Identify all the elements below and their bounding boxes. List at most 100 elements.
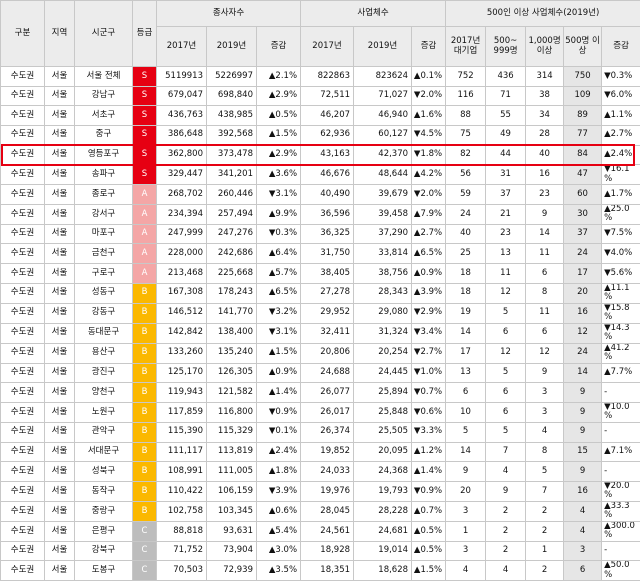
cell-biz-2017: 18,928 [300, 540, 355, 562]
cell-emp-2019: 260,446 [206, 184, 257, 205]
cell-emp-2017: 71,752 [156, 540, 207, 562]
cell-district: 구로구 [74, 263, 133, 284]
cell-biz-2017: 20,806 [300, 342, 355, 364]
cell-emp-2017: 133,260 [156, 342, 207, 364]
cell-large-2017: 24 [445, 203, 487, 225]
cell-emp-2017: 142,842 [156, 322, 207, 344]
cell-grade: B [132, 362, 157, 384]
cell-emp-2017: 386,648 [156, 124, 207, 146]
cell-emp-change: ▲1.4% [255, 382, 302, 403]
cell-emp-2019: 126,305 [206, 362, 257, 384]
cell-biz-2017: 29,952 [300, 302, 355, 324]
cell-biz-2017: 26,017 [300, 401, 355, 423]
cell-large-500-999: 31 [485, 164, 527, 186]
cell-large-500plus: 3 [563, 540, 603, 562]
cell-large-500plus: 89 [563, 105, 603, 126]
table-row-15: 수도권 서울 용산구 B 133,260 135,240 ▲1.5% 20,80… [0, 342, 640, 364]
cell-emp-change: ▲2.4% [255, 441, 302, 463]
cell-biz-change: ▼3.4% [411, 322, 447, 344]
cell-grade: S [132, 66, 157, 87]
cell-emp-change: ▲0.9% [255, 362, 302, 384]
cell-region: 서울 [44, 500, 75, 522]
cell-region: 서울 [44, 362, 75, 384]
cell-large-change: ▼7.5% [601, 223, 640, 245]
cell-biz-change: ▲1.2% [411, 441, 447, 463]
table-row-24: 수도권 서울 은평구 C 88,818 93,631 ▲5.4% 24,561 … [0, 520, 640, 542]
table-row-16: 수도권 서울 광진구 B 125,170 126,305 ▲0.9% 24,68… [0, 362, 640, 384]
cell-biz-2019: 19,014 [353, 540, 413, 562]
cell-large-500plus: 4 [563, 520, 603, 542]
cell-emp-2017: 102,758 [156, 500, 207, 522]
cell-large-change: ▲7.7% [601, 362, 640, 384]
cell-gubun: 수도권 [0, 263, 45, 284]
cell-large-change: ▲25.0 % [601, 203, 640, 225]
table-row-22: 수도권 서울 동작구 B 110,422 106,159 ▼3.9% 19,97… [0, 480, 640, 502]
cell-region: 서울 [44, 421, 75, 443]
cell-emp-2019: 93,631 [206, 520, 257, 542]
cell-emp-change: ▼0.3% [255, 223, 302, 245]
cell-region: 서울 [44, 382, 75, 403]
cell-district: 은평구 [74, 520, 133, 542]
cell-emp-2017: 213,468 [156, 263, 207, 284]
cell-emp-change: ▼3.2% [255, 302, 302, 324]
cell-emp-change: ▲0.6% [255, 500, 302, 522]
header-large-1000: 1,000명 이상 [525, 26, 565, 67]
cell-grade: A [132, 184, 157, 205]
cell-large-500-999: 2 [485, 500, 527, 522]
cell-large-500plus: 15 [563, 441, 603, 463]
cell-large-500plus: 37 [563, 223, 603, 245]
cell-large-500plus: 84 [563, 144, 603, 166]
cell-biz-2017: 31,750 [300, 243, 355, 264]
cell-gubun: 수도권 [0, 500, 45, 522]
cell-large-500plus: 20 [563, 282, 603, 304]
cell-emp-change: ▲3.5% [255, 560, 302, 581]
header-district: 시군구 [74, 0, 133, 67]
cell-large-1000: 28 [525, 124, 565, 146]
cell-large-2017: 75 [445, 124, 487, 146]
cell-large-change: - [601, 421, 640, 443]
cell-large-1000: 9 [525, 203, 565, 225]
cell-large-500plus: 9 [563, 382, 603, 403]
cell-emp-change: ▲1.8% [255, 461, 302, 482]
cell-biz-2017: 24,033 [300, 461, 355, 482]
cell-gubun: 수도권 [0, 322, 45, 344]
cell-emp-2019: 5226997 [206, 66, 257, 87]
cell-biz-2019: 25,848 [353, 401, 413, 423]
cell-biz-2017: 24,688 [300, 362, 355, 384]
cell-gubun: 수도권 [0, 105, 45, 126]
cell-large-500-999: 44 [485, 144, 527, 166]
cell-large-1000: 2 [525, 560, 565, 581]
table-row-1: 수도권 서울 서울 전체 S 5119913 5226997 ▲2.1% 822… [0, 66, 640, 87]
cell-district: 서초구 [74, 105, 133, 126]
cell-biz-2019: 24,368 [353, 461, 413, 482]
cell-emp-2019: 138,400 [206, 322, 257, 344]
cell-biz-2017: 822863 [300, 66, 355, 87]
cell-grade: S [132, 144, 157, 166]
cell-large-500-999: 9 [485, 480, 527, 502]
cell-biz-2017: 32,411 [300, 322, 355, 344]
cell-gubun: 수도권 [0, 520, 45, 542]
cell-region: 서울 [44, 164, 75, 186]
cell-biz-change: ▲3.9% [411, 282, 447, 304]
cell-large-change: - [601, 461, 640, 482]
cell-large-500plus: 24 [563, 243, 603, 264]
cell-large-500-999: 12 [485, 282, 527, 304]
cell-large-change: ▼6.0% [601, 85, 640, 107]
cell-biz-2017: 38,405 [300, 263, 355, 284]
cell-large-2017: 9 [445, 461, 487, 482]
cell-large-500plus: 77 [563, 124, 603, 146]
cell-emp-2019: 373,478 [206, 144, 257, 166]
cell-biz-2019: 39,679 [353, 184, 413, 205]
cell-large-500-999: 7 [485, 441, 527, 463]
cell-biz-2019: 29,080 [353, 302, 413, 324]
cell-biz-change: ▼0.6% [411, 401, 447, 423]
cell-large-500-999: 4 [485, 461, 527, 482]
cell-large-change: - [601, 540, 640, 562]
cell-large-1000: 6 [525, 263, 565, 284]
cell-emp-2017: 247,999 [156, 223, 207, 245]
header-employees: 종사자수 [155, 0, 302, 27]
cell-gubun: 수도권 [0, 243, 45, 264]
cell-large-1000: 23 [525, 184, 565, 205]
cell-emp-2019: 111,005 [206, 461, 257, 482]
cell-emp-2019: 225,668 [206, 263, 257, 284]
